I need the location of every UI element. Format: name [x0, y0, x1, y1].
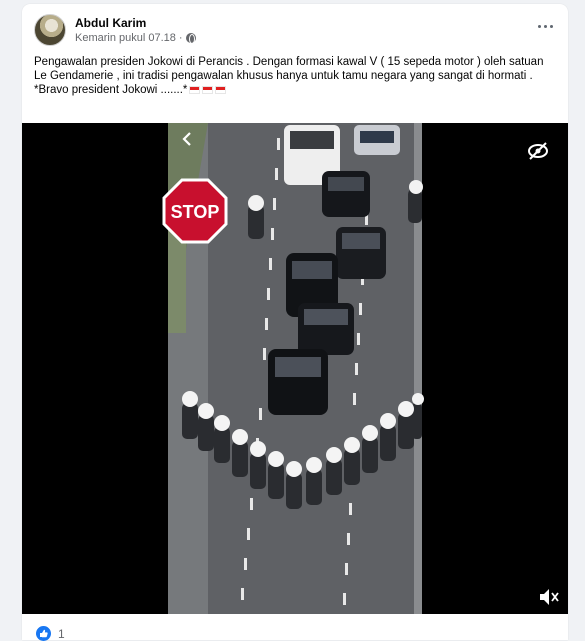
post-header: Abdul Karim Kemarin pukul 07.18 ·	[22, 4, 568, 54]
eye-slash-icon[interactable]	[528, 142, 548, 160]
author-avatar[interactable]	[34, 14, 66, 46]
more-options-button[interactable]	[536, 19, 554, 33]
indonesia-flag-icon	[189, 86, 201, 94]
like-icon[interactable]	[36, 626, 51, 641]
video-frame: STOP	[162, 123, 559, 614]
post-text-line-2: *Bravo president Jokowi .......*	[34, 83, 554, 97]
video-player[interactable]: STOP	[22, 123, 568, 614]
globe-icon	[185, 33, 196, 44]
author-name[interactable]: Abdul Karim	[75, 16, 146, 30]
reaction-bar[interactable]: 1	[36, 626, 65, 641]
indonesia-flag-icon	[202, 86, 214, 94]
more-options-icon	[537, 24, 541, 28]
speaker-muted-icon[interactable]	[540, 589, 559, 605]
post-timestamp[interactable]: Kemarin pukul 07.18	[75, 32, 176, 44]
post-text-line: Pengawalan presiden Jokowi di Perancis .…	[34, 56, 544, 82]
post-card: Abdul Karim Kemarin pukul 07.18 · Pengaw…	[22, 4, 568, 641]
indonesia-flag-icon	[215, 86, 227, 94]
post-meta: Kemarin pukul 07.18 ·	[75, 32, 196, 44]
post-text: Pengawalan presiden Jokowi di Perancis .…	[34, 55, 554, 97]
reaction-count[interactable]: 1	[58, 627, 65, 641]
stop-sign-text: STOP	[171, 202, 220, 222]
